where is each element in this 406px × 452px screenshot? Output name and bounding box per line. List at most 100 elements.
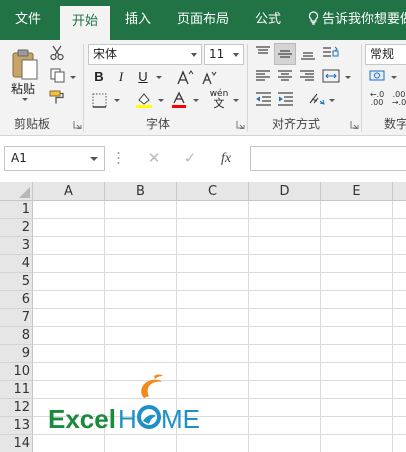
merge-center-icon[interactable] <box>320 66 342 86</box>
row-header[interactable]: 11 <box>0 381 33 399</box>
tab-formulas[interactable]: 公式 <box>248 0 288 40</box>
merge-dropdown-icon[interactable] <box>345 76 351 79</box>
cancel-icon[interactable]: ✕ <box>142 146 166 171</box>
resize-handle-icon[interactable] <box>117 150 120 166</box>
select-all-button[interactable] <box>0 182 33 201</box>
row-header[interactable]: 2 <box>0 219 33 237</box>
row-header[interactable]: 1 <box>0 201 33 219</box>
phonetic-guide-button[interactable]: wén 文 <box>208 88 230 110</box>
align-left-icon[interactable] <box>253 66 273 86</box>
accounting-format-icon[interactable] <box>367 66 389 86</box>
text-orientation-icon[interactable] <box>307 89 327 109</box>
logo-text-me: ME <box>161 404 200 434</box>
phonetic-dropdown-icon[interactable] <box>233 99 239 102</box>
fill-color-dropdown-icon[interactable] <box>158 99 164 102</box>
logo-text-h: H <box>118 404 137 434</box>
chevron-down-icon <box>90 157 98 161</box>
row-header[interactable]: 4 <box>0 255 33 273</box>
row-header[interactable]: 7 <box>0 309 33 327</box>
tab-file[interactable]: 文件 <box>4 0 52 40</box>
font-color-dropdown-icon[interactable] <box>193 99 199 102</box>
divider <box>361 44 362 132</box>
borders-dropdown-icon[interactable] <box>114 99 120 102</box>
row-header[interactable]: 8 <box>0 327 33 345</box>
row-header[interactable]: 9 <box>0 345 33 363</box>
divider <box>247 44 248 132</box>
cut-icon[interactable] <box>48 44 66 62</box>
phonetic-icon: 文 <box>213 97 225 110</box>
number-group-label: 数字 <box>384 117 406 131</box>
column-header-f[interactable] <box>393 182 406 201</box>
font-size-value: 11 <box>209 47 225 61</box>
row-header[interactable]: 3 <box>0 237 33 255</box>
paste-dropdown-icon[interactable] <box>22 98 28 101</box>
decrease-decimal-icon[interactable]: .00 →.0 <box>390 89 406 109</box>
ribbon-tab-bar: 文件 开始 插入 页面布局 公式 告诉我你想要做 <box>0 0 406 40</box>
accounting-dropdown-icon[interactable] <box>391 76 397 79</box>
increase-font-size-icon[interactable] <box>176 67 196 87</box>
format-painter-icon[interactable] <box>48 88 66 106</box>
column-header-e[interactable]: E <box>321 182 393 201</box>
logo-text-excel: Excel <box>48 404 116 434</box>
italic-button[interactable]: I <box>111 67 131 87</box>
align-center-icon[interactable] <box>275 66 295 86</box>
row-header[interactable]: 10 <box>0 363 33 381</box>
font-color-icon[interactable] <box>169 90 189 110</box>
ribbon: 粘贴 剪贴板 宋体 11 B I U wén 文 字体 对齐方式 常规 ←.0 … <box>0 40 406 136</box>
text-orientation-dropdown-icon[interactable] <box>329 99 335 102</box>
row-header[interactable]: 14 <box>0 435 33 452</box>
tell-me-box[interactable]: 告诉我你想要做 <box>308 0 406 40</box>
alignment-group-label: 对齐方式 <box>272 117 321 131</box>
font-name-select[interactable]: 宋体 <box>88 44 202 65</box>
name-box[interactable]: A1 <box>4 146 105 171</box>
insert-function-button[interactable]: fx <box>214 146 238 171</box>
row-header[interactable]: 12 <box>0 399 33 417</box>
select-all-triangle-icon <box>19 187 30 198</box>
underline-button[interactable]: U <box>133 67 153 87</box>
clipboard-group-label: 剪贴板 <box>14 117 51 131</box>
number-format-value: 常规 <box>370 47 395 61</box>
column-header-a[interactable]: A <box>33 182 105 201</box>
lightbulb-icon <box>308 11 319 25</box>
copy-dropdown-icon[interactable] <box>70 76 76 79</box>
bold-button[interactable]: B <box>89 67 109 87</box>
font-group-label: 字体 <box>146 117 171 131</box>
enter-icon[interactable]: ✓ <box>178 146 202 171</box>
paste-icon[interactable] <box>8 46 42 82</box>
column-header-d[interactable]: D <box>249 182 321 201</box>
number-format-select[interactable]: 常规 <box>365 44 406 65</box>
tell-me-text: 告诉我你想要做 <box>322 12 406 27</box>
row-header[interactable]: 6 <box>0 291 33 309</box>
formula-bar: A1 ✕ ✓ fx <box>0 136 406 182</box>
paste-button-label[interactable]: 粘贴 <box>11 80 35 97</box>
borders-icon[interactable] <box>89 90 109 110</box>
font-launcher-icon[interactable] <box>236 120 245 129</box>
align-right-icon[interactable] <box>297 66 317 86</box>
orientation-icon[interactable] <box>320 43 342 63</box>
alignment-launcher-icon[interactable] <box>350 120 359 129</box>
row-header[interactable]: 5 <box>0 273 33 291</box>
row-header[interactable]: 13 <box>0 417 33 435</box>
excelhome-logo: Excel H ME <box>48 374 200 434</box>
chevron-down-icon <box>191 53 197 57</box>
decimal-glyph-bottom: →.0 <box>391 98 406 107</box>
underline-dropdown-icon[interactable] <box>156 76 162 79</box>
formula-input[interactable] <box>250 146 406 171</box>
column-header-b[interactable]: B <box>105 182 177 201</box>
copy-icon[interactable] <box>48 66 66 84</box>
column-header-c[interactable]: C <box>177 182 249 201</box>
clipboard-launcher-icon[interactable] <box>73 120 82 129</box>
tab-home[interactable]: 开始 <box>60 6 110 40</box>
tab-insert[interactable]: 插入 <box>116 0 160 40</box>
decrease-font-size-icon[interactable] <box>200 67 220 87</box>
fill-color-icon[interactable] <box>133 90 155 110</box>
increase-indent-icon[interactable] <box>275 89 295 109</box>
middle-align-icon[interactable] <box>274 43 296 65</box>
top-align-icon[interactable] <box>253 43 273 63</box>
font-size-select[interactable]: 11 <box>204 44 244 65</box>
bottom-align-icon[interactable] <box>298 43 318 63</box>
increase-decimal-icon[interactable]: ←.0.00 <box>366 89 388 109</box>
tab-page-layout[interactable]: 页面布局 <box>172 0 234 40</box>
decrease-indent-icon[interactable] <box>253 89 273 109</box>
decimal-glyph-bottom: .00 <box>370 98 384 107</box>
